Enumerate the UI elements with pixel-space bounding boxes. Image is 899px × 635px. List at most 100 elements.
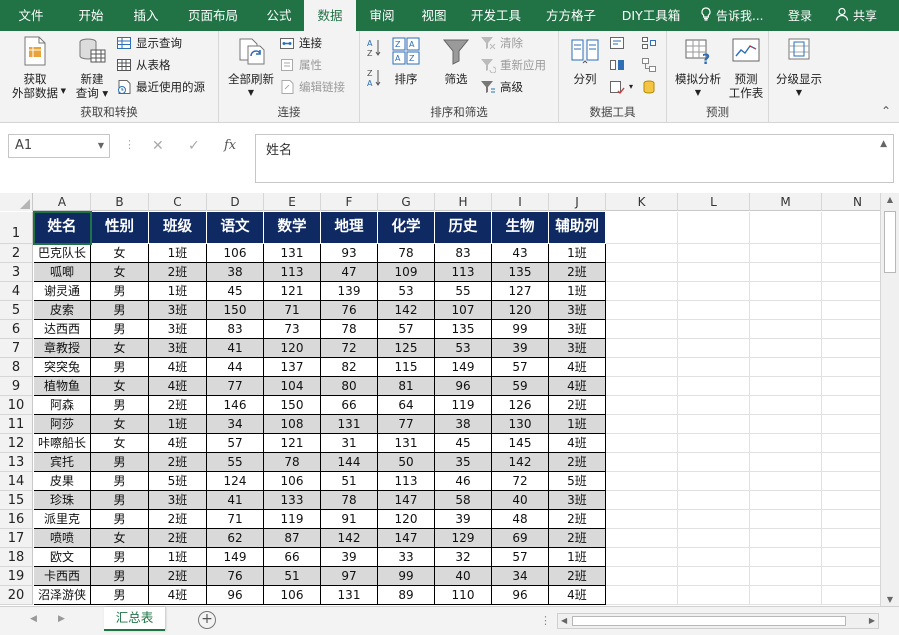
empty-cell[interactable]: [678, 396, 750, 415]
table-cell[interactable]: 76: [321, 301, 378, 320]
table-cell[interactable]: 3班: [149, 320, 207, 339]
column-header-n[interactable]: N: [822, 193, 880, 211]
empty-cell[interactable]: [606, 434, 678, 453]
table-cell[interactable]: 113: [378, 472, 435, 491]
table-cell[interactable]: 35: [435, 453, 492, 472]
empty-cell[interactable]: [606, 244, 678, 263]
table-cell[interactable]: 57: [207, 434, 264, 453]
table-cell[interactable]: 4班: [149, 434, 207, 453]
table-cell[interactable]: 78: [378, 244, 435, 263]
table-cell[interactable]: 突突兔: [34, 358, 91, 377]
empty-cell[interactable]: [822, 453, 880, 472]
table-cell[interactable]: 89: [378, 586, 435, 605]
table-header-cell[interactable]: 语文: [207, 212, 264, 244]
sort-ascending-button[interactable]: AZ: [366, 39, 382, 63]
table-cell[interactable]: 145: [492, 434, 549, 453]
table-cell[interactable]: 39: [321, 548, 378, 567]
table-cell[interactable]: 139: [321, 282, 378, 301]
table-cell[interactable]: 巴克队长: [34, 244, 91, 263]
empty-cell[interactable]: [750, 396, 822, 415]
empty-cell[interactable]: [750, 212, 822, 244]
table-cell[interactable]: 4班: [549, 377, 606, 396]
table-cell[interactable]: 男: [91, 567, 149, 586]
empty-cell[interactable]: [606, 567, 678, 586]
share-button[interactable]: 共享: [822, 0, 890, 31]
table-header-cell[interactable]: 姓名: [34, 212, 91, 244]
empty-cell[interactable]: [606, 510, 678, 529]
table-cell[interactable]: 3班: [549, 491, 606, 510]
table-cell[interactable]: 1班: [149, 548, 207, 567]
table-cell[interactable]: 78: [321, 320, 378, 339]
table-cell[interactable]: 93: [321, 244, 378, 263]
table-cell[interactable]: 阿森: [34, 396, 91, 415]
empty-cell[interactable]: [606, 377, 678, 396]
table-cell[interactable]: 男: [91, 472, 149, 491]
empty-cell[interactable]: [678, 358, 750, 377]
table-cell[interactable]: 2班: [149, 510, 207, 529]
table-cell[interactable]: 女: [91, 377, 149, 396]
table-cell[interactable]: 146: [207, 396, 264, 415]
table-cell[interactable]: 57: [492, 358, 549, 377]
table-cell[interactable]: 106: [207, 244, 264, 263]
row-header-19[interactable]: 19: [0, 567, 33, 586]
table-cell[interactable]: 沼泽游侠: [34, 586, 91, 605]
row-header-4[interactable]: 4: [0, 282, 33, 301]
empty-cell[interactable]: [750, 586, 822, 605]
tell-me-box[interactable]: 告诉我...: [692, 0, 778, 31]
row-header-13[interactable]: 13: [0, 453, 33, 472]
table-cell[interactable]: 40: [435, 567, 492, 586]
table-cell[interactable]: 144: [321, 453, 378, 472]
table-cell[interactable]: 4班: [149, 358, 207, 377]
clear-filter-button[interactable]: 清除: [480, 33, 523, 53]
column-header-j[interactable]: J: [549, 193, 606, 211]
empty-cell[interactable]: [750, 263, 822, 282]
table-cell[interactable]: 80: [321, 377, 378, 396]
empty-cell[interactable]: [606, 453, 678, 472]
enter-icon[interactable]: ✓: [188, 134, 200, 158]
from-table-button[interactable]: 从表格: [116, 55, 171, 75]
empty-cell[interactable]: [750, 320, 822, 339]
prev-sheet-icon[interactable]: ◀: [30, 614, 37, 624]
empty-cell[interactable]: [822, 377, 880, 396]
column-header-k[interactable]: K: [606, 193, 678, 211]
table-cell[interactable]: 男: [91, 491, 149, 510]
table-cell[interactable]: 45: [207, 282, 264, 301]
table-cell[interactable]: 51: [264, 567, 321, 586]
table-cell[interactable]: 植物鱼: [34, 377, 91, 396]
table-cell[interactable]: 皮果: [34, 472, 91, 491]
empty-cell[interactable]: [606, 529, 678, 548]
cancel-icon[interactable]: ✕: [152, 134, 164, 158]
table-cell[interactable]: 5班: [149, 472, 207, 491]
scroll-down-icon[interactable]: ▼: [881, 595, 899, 604]
empty-cell[interactable]: [750, 301, 822, 320]
column-header-a[interactable]: A: [34, 193, 91, 211]
table-cell[interactable]: 阿莎: [34, 415, 91, 434]
table-cell[interactable]: 39: [435, 510, 492, 529]
table-cell[interactable]: 4班: [549, 358, 606, 377]
row-header-12[interactable]: 12: [0, 434, 33, 453]
table-cell[interactable]: 91: [321, 510, 378, 529]
empty-cell[interactable]: [750, 434, 822, 453]
table-cell[interactable]: 2班: [549, 396, 606, 415]
table-cell[interactable]: 78: [264, 453, 321, 472]
table-header-cell[interactable]: 数学: [264, 212, 321, 244]
horizontal-scroll-thumb[interactable]: [572, 616, 846, 626]
empty-cell[interactable]: [678, 263, 750, 282]
empty-cell[interactable]: [678, 586, 750, 605]
row-header-10[interactable]: 10: [0, 396, 33, 415]
table-cell[interactable]: 1班: [549, 244, 606, 263]
tab-file[interactable]: 文件: [0, 0, 62, 31]
row-header-8[interactable]: 8: [0, 358, 33, 377]
empty-cell[interactable]: [750, 491, 822, 510]
empty-cell[interactable]: [678, 377, 750, 396]
empty-cell[interactable]: [606, 472, 678, 491]
filter-button[interactable]: 筛选: [436, 36, 476, 86]
table-cell[interactable]: 女: [91, 434, 149, 453]
empty-cell[interactable]: [822, 263, 880, 282]
empty-cell[interactable]: [606, 548, 678, 567]
empty-cell[interactable]: [822, 320, 880, 339]
table-cell[interactable]: 51: [321, 472, 378, 491]
empty-cell[interactable]: [606, 263, 678, 282]
table-cell[interactable]: 109: [378, 263, 435, 282]
table-cell[interactable]: 99: [378, 567, 435, 586]
